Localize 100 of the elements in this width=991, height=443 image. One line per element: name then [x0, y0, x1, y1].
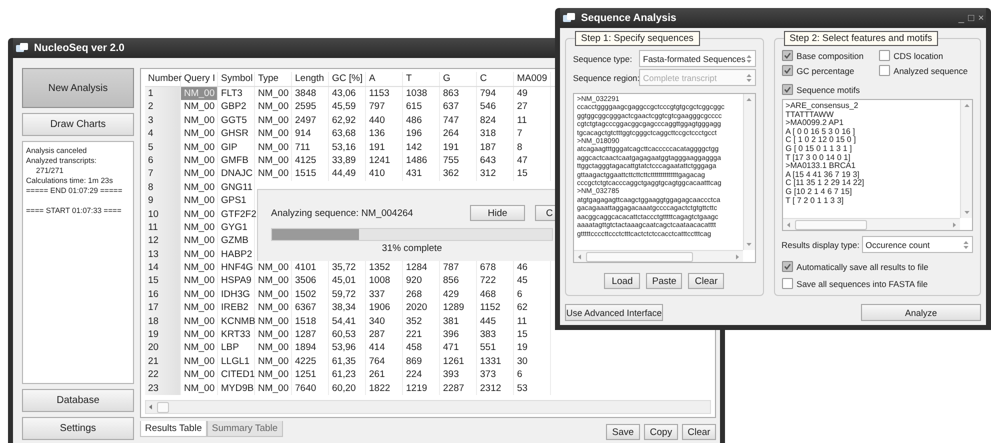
scrollbar-thumb[interactable]	[586, 252, 693, 262]
dropdown[interactable]: Occurence count	[862, 236, 973, 253]
table-cell: CITED1	[218, 368, 255, 382]
scroll-right-icon[interactable]	[734, 254, 740, 260]
table-cell[interactable]: NM_00	[181, 274, 218, 288]
table-cell[interactable]: NM_00	[181, 127, 218, 141]
scrollbar-thumb[interactable]	[794, 220, 867, 230]
table-cell[interactable]: NM_00	[181, 208, 218, 221]
sequence-button[interactable]: Paste	[646, 273, 682, 289]
dialog-button[interactable]: Use Advanced Interface	[565, 304, 663, 321]
checkbox[interactable]	[782, 278, 793, 289]
close-button[interactable]: ×	[978, 12, 984, 24]
table-cell: 6	[514, 288, 551, 302]
table-button[interactable]: Clear	[682, 424, 716, 440]
table-cell[interactable]: NM_00	[181, 354, 218, 368]
table-cell[interactable]: NM_00	[181, 368, 218, 382]
column-header[interactable]: Query I	[181, 72, 218, 86]
dialog-button[interactable]: C	[535, 205, 555, 221]
horizontal-scrollbar[interactable]	[782, 218, 960, 230]
table-cell: 458	[403, 341, 440, 355]
column-header[interactable]: G	[440, 72, 477, 86]
table-cell: NM_00	[255, 328, 292, 342]
scrollbar-thumb[interactable]	[157, 402, 169, 412]
sidebar-button[interactable]: Draw Charts	[22, 113, 134, 136]
column-header[interactable]: Type	[255, 72, 292, 86]
vertical-scrollbar[interactable]	[960, 100, 972, 218]
column-header[interactable]: T	[403, 72, 440, 86]
checkbox[interactable]	[782, 261, 793, 272]
column-header[interactable]: C	[477, 72, 514, 86]
motif-line: C [11 35 1 2 29 14 22]	[786, 179, 864, 188]
table-cell[interactable]: NM_00	[181, 194, 218, 208]
table-cell[interactable]: NM_00	[181, 301, 218, 315]
scroll-up-icon[interactable]	[746, 97, 752, 103]
table-cell: 136	[366, 127, 403, 141]
table-cell: 4225	[292, 354, 329, 368]
sequence-button[interactable]: Load	[604, 273, 640, 289]
scroll-left-icon[interactable]	[786, 222, 792, 228]
row-number: 23	[145, 382, 181, 395]
tab[interactable]: Results Table	[140, 421, 207, 437]
table-button[interactable]: Save	[606, 424, 640, 440]
table-cell[interactable]: NM_00	[181, 234, 218, 248]
sequence-input[interactable]	[573, 93, 756, 263]
table-cell: 1289	[440, 301, 477, 315]
table-cell[interactable]: NM_00	[181, 328, 218, 342]
sidebar-button[interactable]: Settings	[22, 417, 134, 440]
column-header[interactable]: MA009	[514, 72, 551, 86]
checkbox-label: Save all sequences into FASTA file	[796, 278, 928, 288]
table-cell[interactable]: NM_00	[181, 248, 218, 262]
horizontal-scrollbar[interactable]	[574, 250, 743, 262]
column-header[interactable]: A	[366, 72, 403, 86]
checkbox[interactable]	[782, 50, 793, 61]
dropdown[interactable]: Fasta-formated Sequences	[639, 50, 756, 67]
column-header[interactable]: Symbol	[218, 72, 255, 86]
scroll-left-icon[interactable]	[577, 254, 583, 260]
sequence-button[interactable]: Clear	[688, 273, 724, 289]
spinner-icon	[746, 72, 752, 82]
dialog-button[interactable]: Analyze	[861, 304, 981, 321]
table-cell: 615	[403, 100, 440, 114]
checkbox[interactable]	[782, 65, 793, 76]
table-cell[interactable]: NM_00	[181, 114, 218, 128]
scroll-up-icon[interactable]	[964, 103, 970, 109]
table-cell[interactable]: NM_00	[181, 180, 218, 194]
table-cell: NM_00	[255, 288, 292, 302]
horizontal-scrollbar[interactable]	[145, 400, 711, 414]
checkbox[interactable]	[878, 65, 890, 76]
scroll-down-icon[interactable]	[746, 241, 752, 247]
table-cell[interactable]: NM_00	[181, 382, 218, 395]
table-cell[interactable]: NM_00	[181, 140, 218, 154]
scroll-right-icon[interactable]	[951, 222, 957, 228]
table-cell[interactable]: NM_00	[181, 341, 218, 355]
sidebar-button[interactable]: New Analysis	[22, 68, 134, 108]
progress-message: Analyzing sequence: NM_004264	[271, 208, 414, 218]
dialog-button[interactable]: Hide	[470, 205, 525, 221]
checkbox[interactable]	[782, 84, 793, 95]
sidebar-button[interactable]: Database	[22, 389, 134, 412]
checkbox[interactable]	[878, 50, 890, 61]
motif-line: G [ 0 15 0 1 1 3 1 ]	[786, 144, 852, 154]
maximize-button[interactable]: □	[968, 12, 974, 24]
table-cell[interactable]: NM_00	[181, 167, 218, 181]
scroll-left-icon[interactable]	[148, 404, 154, 410]
vertical-scrollbar[interactable]	[742, 94, 755, 250]
table-cell[interactable]: NM_00	[181, 261, 218, 274]
table-button[interactable]: Copy	[644, 424, 678, 440]
table-cell[interactable]: NM_00	[181, 154, 218, 168]
table-cell[interactable]: NM_00	[181, 314, 218, 328]
column-header[interactable]: Length	[292, 72, 329, 86]
table-cell[interactable]: NM_00	[181, 100, 218, 114]
table-cell[interactable]: NM_00	[181, 288, 218, 302]
minimize-button[interactable]: _	[958, 12, 964, 24]
table-cell: GYG1	[218, 220, 255, 234]
table-cell: 3848	[292, 87, 329, 100]
checkbox-label: Sequence motifs	[796, 84, 860, 94]
scroll-down-icon[interactable]	[964, 209, 970, 215]
column-header[interactable]: GC [%]	[329, 72, 366, 86]
row-number: 22	[145, 368, 181, 382]
table-cell[interactable]: NM_00	[181, 220, 218, 234]
tab[interactable]: Summary Table	[206, 421, 283, 437]
table-cell: 261	[366, 368, 403, 382]
motif-input[interactable]	[782, 99, 973, 231]
checkbox-label: Analyzed sequence	[894, 66, 968, 76]
